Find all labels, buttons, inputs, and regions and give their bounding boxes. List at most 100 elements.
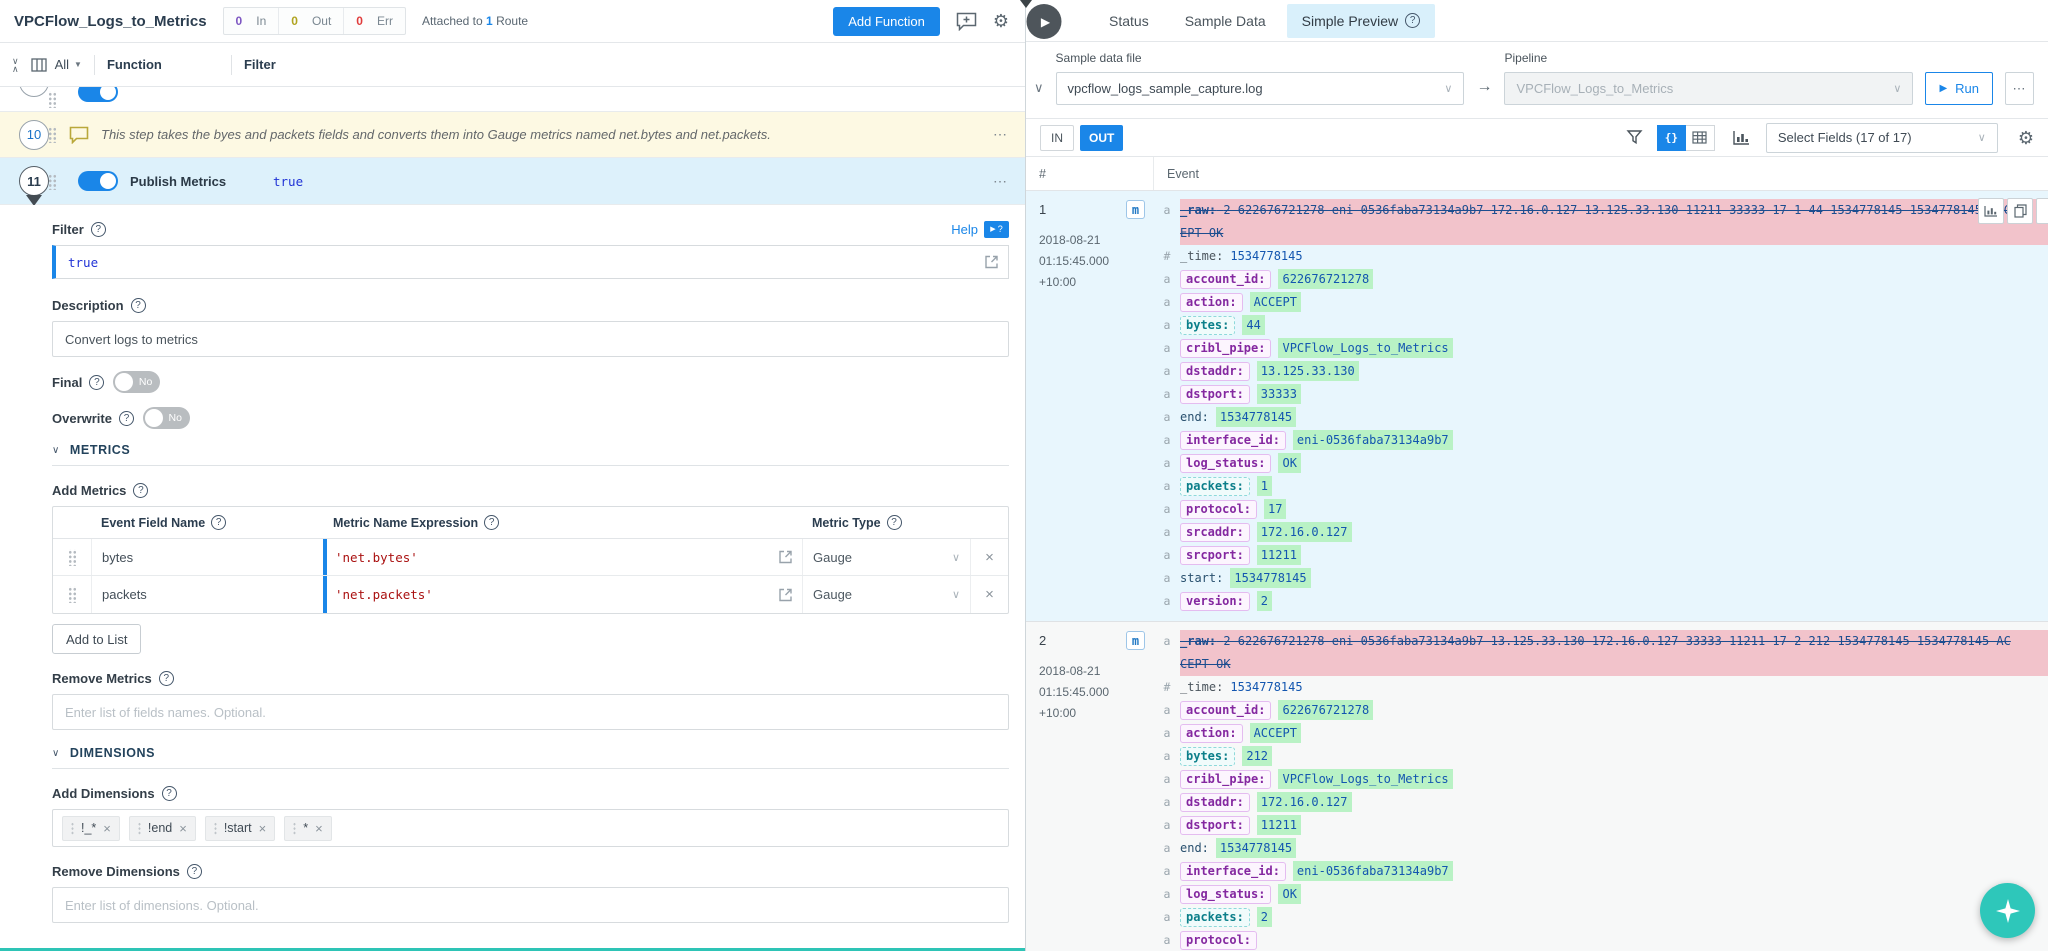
help-icon[interactable]: ? [1405,13,1420,28]
help-icon[interactable]: ? [211,515,226,530]
function-row-partial[interactable] [0,87,1025,112]
drag-handle-icon[interactable] [48,173,57,190]
overwrite-toggle[interactable]: No [143,407,190,429]
drag-handle-icon[interactable] [48,126,57,143]
pipeline-select[interactable]: VPCFlow_Logs_to_Metrics∨ [1504,72,1913,105]
function-more-icon[interactable]: ⋯ [993,173,1009,190]
event-field-interface_id[interactable]: ainterface_id:eni-0536faba73134a9b7 [1154,429,2048,452]
docs-icon[interactable]: ▶? [984,221,1009,238]
dimensions-section-header[interactable]: ∨DIMENSIONS [52,746,1009,769]
event-field-start[interactable]: astart:1534778145 [1154,567,2048,590]
field-name[interactable]: packets: [1180,908,1250,927]
dimension-chip[interactable]: !_*× [62,816,120,841]
chart-view-icon[interactable] [1733,130,1750,145]
in-tab[interactable]: IN [1040,125,1074,151]
drag-handle-icon[interactable] [214,822,217,835]
event-field-dstaddr[interactable]: adstaddr:13.125.33.130 [1154,360,2048,383]
drag-handle-icon[interactable] [68,549,77,566]
assistant-fab-button[interactable] [1980,883,2035,938]
event-field-packets[interactable]: apackets:1 [1154,475,2048,498]
event-field-account_id[interactable]: aaccount_id:622676721278 [1154,268,2048,291]
description-input[interactable]: Convert logs to metrics [52,321,1009,357]
field-name[interactable]: dstport: [1180,385,1250,404]
event-field-protocol[interactable]: aprotocol: [1154,929,2048,951]
field-name[interactable]: bytes: [1180,747,1235,766]
help-icon[interactable]: ? [162,786,177,801]
field-name[interactable]: cribl_pipe: [1180,339,1271,358]
expand-editor-icon[interactable] [778,587,793,602]
comment-row[interactable]: 10 This step takes the byes and packets … [0,112,1025,158]
event-field-srcport[interactable]: asrcport:11211 [1154,544,2048,567]
help-link[interactable]: Help▶? [951,221,1009,238]
event-field-protocol[interactable]: aprotocol:17 [1154,498,2048,521]
field-name[interactable]: log_status: [1180,885,1271,904]
field-name[interactable]: end: [1180,410,1209,424]
drag-handle-icon[interactable] [48,91,57,108]
select-fields-dropdown[interactable]: Select Fields (17 of 17)∨ [1766,123,1998,153]
field-name[interactable]: packets: [1180,477,1250,496]
copy-event-icon[interactable] [2007,198,2033,224]
dimension-chip[interactable]: *× [284,816,331,841]
event-field-bytes[interactable]: abytes:44 [1154,314,2048,337]
event-field-dstport[interactable]: adstport:11211 [1154,814,2048,837]
event-field-account_id[interactable]: aaccount_id:622676721278 [1154,699,2048,722]
json-view-button[interactable]: {} [1657,125,1686,151]
help-icon[interactable]: ? [91,222,106,237]
field-name[interactable]: protocol: [1180,931,1257,950]
function-filter-dropdown[interactable]: All▼ [55,57,82,72]
collapse-all-icon[interactable]: ∨∧ [12,57,19,73]
field-name[interactable]: srcport: [1180,546,1250,565]
event-field-log_status[interactable]: alog_status:OK [1154,452,2048,475]
collapse-controls-icon[interactable]: ∨ [1034,80,1044,96]
event-row[interactable]: 2 m 2018-08-2101:15:45.000+10:00 a _raw:… [1026,622,2048,951]
help-icon[interactable]: ? [89,375,104,390]
add-to-list-button[interactable]: Add to List [52,624,141,654]
publish-metrics-row[interactable]: 11 Publish Metrics true ⋯ [0,158,1025,205]
field-name[interactable]: dstaddr: [1180,793,1250,812]
field-name[interactable]: dstport: [1180,816,1250,835]
event-field-dstport[interactable]: adstport:33333 [1154,383,2048,406]
remove-chip-icon[interactable]: × [179,821,187,836]
comment-more-icon[interactable]: ⋯ [993,126,1009,143]
help-icon[interactable]: ? [159,671,174,686]
event-row[interactable]: 1 m 2018-08-2101:15:45.000+10:00 ⋮ a _ra… [1026,191,2048,622]
field-name[interactable]: action: [1180,724,1243,743]
field-name[interactable]: cribl_pipe: [1180,770,1271,789]
field-name[interactable]: account_id: [1180,270,1271,289]
event-field-cribl_pipe[interactable]: acribl_pipe:VPCFlow_Logs_to_Metrics [1154,337,2048,360]
field-name[interactable]: bytes: [1180,316,1235,335]
event-field-action[interactable]: aaction:ACCEPT [1154,722,2048,745]
event-field-end[interactable]: aend:1534778145 [1154,837,2048,860]
remove-row-icon[interactable]: × [970,539,1008,575]
help-icon[interactable]: ? [133,483,148,498]
expand-editor-icon[interactable] [778,550,793,565]
raw-field[interactable]: _raw: 2 622676721278 eni-0536faba73134a9… [1180,199,2048,245]
dimension-chip[interactable]: !end× [129,816,196,841]
drag-handle-icon[interactable] [71,822,74,835]
event-field-packets[interactable]: apackets:2 [1154,906,2048,929]
filter-funnel-icon[interactable] [1626,129,1643,146]
tab-sample-data[interactable]: Sample Data [1170,4,1281,38]
help-icon[interactable]: ? [131,298,146,313]
event-field-end[interactable]: aend:1534778145 [1154,406,2048,429]
columns-icon[interactable] [31,58,47,72]
raw-field[interactable]: _raw: 2 622676721278 eni-0536faba73134a9… [1180,630,2048,676]
out-tab[interactable]: OUT [1080,125,1123,151]
event-kebab-icon[interactable]: ⋮ [2036,198,2048,224]
drag-handle-icon[interactable] [293,822,296,835]
collapse-panel-button[interactable]: ▶ [1027,4,1062,39]
field-name[interactable]: start: [1180,571,1223,585]
table-view-icon[interactable] [1686,125,1715,151]
field-name[interactable]: interface_id: [1180,862,1286,881]
add-dimensions-input[interactable]: !_*× !end× !start× *× [52,809,1009,847]
field-name[interactable]: dstaddr: [1180,362,1250,381]
field-name[interactable]: srcaddr: [1180,523,1250,542]
expand-editor-icon[interactable] [984,255,999,270]
dimension-chip[interactable]: !start× [205,816,275,841]
tab-status[interactable]: Status [1094,4,1164,38]
sample-file-select[interactable]: vpcflow_logs_sample_capture.log∨ [1056,72,1465,105]
event-field-name-cell[interactable]: packets [91,576,323,613]
field-name[interactable]: account_id: [1180,701,1271,720]
event-field-version[interactable]: aversion:2 [1154,590,2048,613]
metric-type-select[interactable]: Gauge∨ [802,576,970,613]
